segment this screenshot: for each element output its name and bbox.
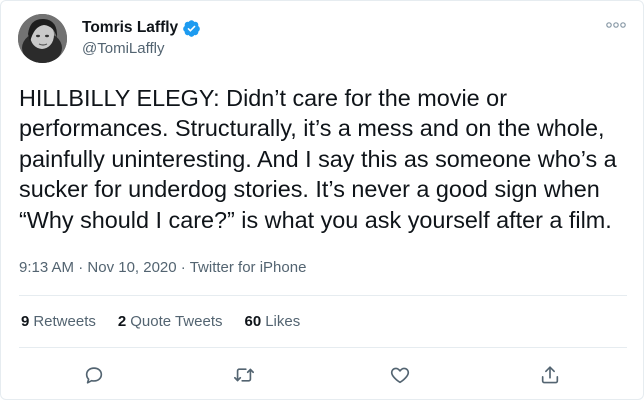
avatar[interactable] [18,14,67,63]
quote-tweets-stat[interactable]: 2 Quote Tweets [118,313,223,330]
divider [19,295,627,296]
reply-icon [85,367,103,384]
retweets-count: 9 [21,313,30,330]
likes-label: Likes [265,313,301,330]
tweet-text: HILLBILLY ELEGY: Didn’t care for the mov… [19,83,631,235]
more-icon[interactable] [606,17,626,28]
retweets-stat[interactable]: 9 Retweets [21,313,96,330]
tweet-text-line: painfully uninteresting. And I say this … [19,145,617,172]
heart-icon [390,367,410,384]
tweet-source[interactable]: Twitter for iPhone [190,259,307,276]
meta-separator: · [78,259,84,276]
tweet-stats: 9 Retweets 2 Quote Tweets 60 Likes [21,313,300,330]
tweet-meta: 9:13 AM · Nov 10, 2020 · Twitter for iPh… [19,259,306,276]
tweet-text-line: HILLBILLY ELEGY: Didn’t care for the mov… [19,85,507,111]
share-button[interactable] [537,362,563,388]
tweet-text-line: “Why should I care?” is what you ask you… [19,206,612,233]
likes-stat[interactable]: 60 Likes [245,313,301,330]
quote-tweets-count: 2 [117,313,127,330]
author-name[interactable]: Tomris Laffly [82,19,178,37]
verified-badge-icon [182,19,201,38]
quote-tweets-label: Quote Tweets [130,313,223,330]
meta-separator: · [180,259,186,276]
author-name-row[interactable]: Tomris Laffly [82,18,201,37]
author-handle[interactable]: @TomiLaffly [82,40,164,57]
tweet-actions [1,362,644,388]
tweet-time[interactable]: 9:13 AM [19,259,74,276]
avatar-image [18,14,67,63]
tweet-date[interactable]: Nov 10, 2020 [87,259,176,276]
like-button[interactable] [387,362,413,388]
retweet-button[interactable] [231,362,257,388]
divider [19,347,627,348]
share-icon [541,366,559,384]
likes-count: 60 [244,313,262,330]
tweet-text-line: performances. Structurally, it’s a mess … [19,115,605,142]
reply-button[interactable] [81,362,107,388]
retweet-icon [234,368,254,382]
tweet-card: Tomris Laffly @TomiLaffly HILLBILLY ELEG… [0,0,644,400]
tweet-text-line: sucker for underdog stories. It’s never … [19,176,600,203]
retweets-label: Retweets [33,313,96,330]
